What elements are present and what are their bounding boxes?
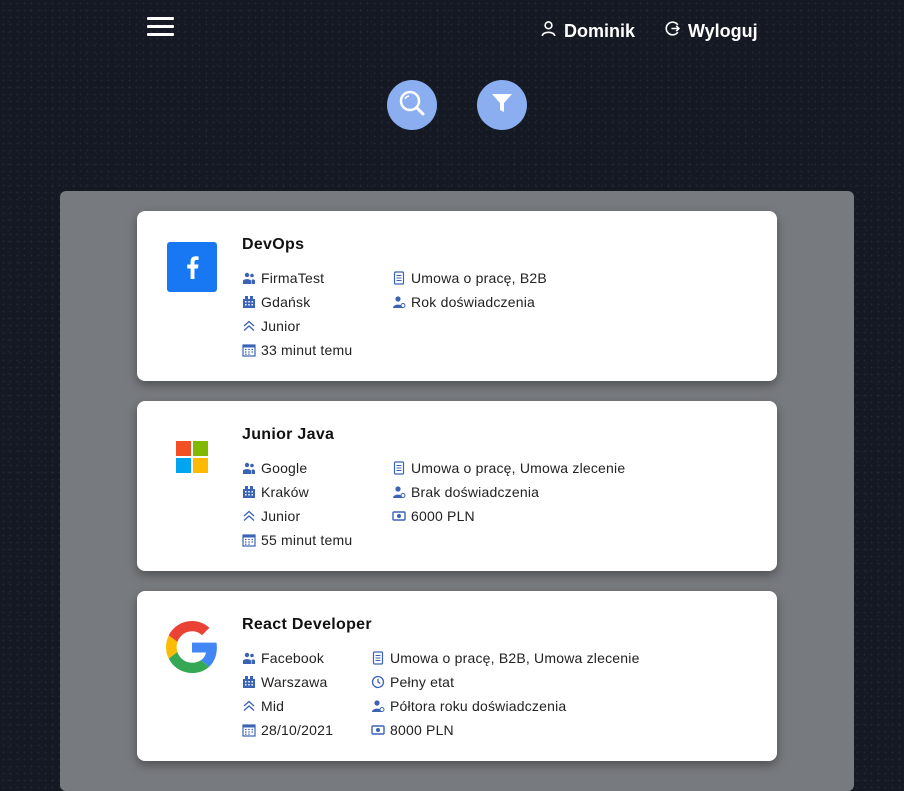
logout-icon <box>664 20 688 42</box>
company-name: Facebook <box>261 650 325 666</box>
job-offer-card[interactable]: React Developer Facebook Warszawa Mid 28… <box>137 591 777 761</box>
company-row: Facebook <box>242 646 333 670</box>
calendar-icon <box>242 533 256 547</box>
city-icon <box>242 675 256 689</box>
contract-type: Umowa o pracę, B2B <box>411 270 547 286</box>
user-experience-icon <box>392 295 406 309</box>
user-experience-icon <box>392 485 406 499</box>
job-title: DevOps <box>242 236 305 253</box>
city-row: Gdańsk <box>242 290 352 314</box>
city-icon <box>242 485 256 499</box>
document-icon <box>392 461 406 475</box>
contract-row: Umowa o pracę, B2B <box>392 266 547 290</box>
salary-row: 6000 PLN <box>392 504 625 528</box>
level-value: Mid <box>261 698 285 714</box>
user-experience-icon <box>371 699 385 713</box>
chevron-up-icon <box>242 509 256 523</box>
worktime-value: Pełny etat <box>390 674 455 690</box>
filter-icon <box>490 91 514 120</box>
filter-button[interactable] <box>477 80 527 130</box>
contract-row: Umowa o pracę, B2B, Umowa zlecenie <box>371 646 640 670</box>
clock-icon <box>371 675 385 689</box>
company-icon <box>242 461 256 475</box>
level-value: Junior <box>261 318 301 334</box>
document-icon <box>371 651 385 665</box>
city-name: Kraków <box>261 484 309 500</box>
company-row: Google <box>242 456 352 480</box>
chevron-up-icon <box>242 319 256 333</box>
worktime-row: Pełny etat <box>371 670 640 694</box>
money-icon <box>392 509 406 523</box>
contract-type: Umowa o pracę, B2B, Umowa zlecenie <box>390 650 640 666</box>
experience-value: Brak doświadczenia <box>411 484 540 500</box>
company-icon <box>242 651 256 665</box>
user-icon <box>540 20 564 42</box>
document-icon <box>392 271 406 285</box>
experience-row: Brak doświadczenia <box>392 480 625 504</box>
city-row: Kraków <box>242 480 352 504</box>
job-offer-card[interactable]: DevOps FirmaTest Gdańsk Junior 33 minut … <box>137 211 777 381</box>
chevron-up-icon <box>242 699 256 713</box>
posted-time: 33 minut temu <box>261 342 353 358</box>
level-value: Junior <box>261 508 301 524</box>
company-name: FirmaTest <box>261 270 325 286</box>
search-button[interactable] <box>387 80 437 130</box>
google-logo-icon <box>166 621 218 673</box>
money-icon <box>371 723 385 737</box>
job-title: React Developer <box>242 616 372 633</box>
contract-row: Umowa o pracę, Umowa zlecenie <box>392 456 625 480</box>
facebook-logo-icon <box>166 241 218 293</box>
date-row: 33 minut temu <box>242 338 352 362</box>
calendar-icon <box>242 343 256 357</box>
city-name: Gdańsk <box>261 294 311 310</box>
company-row: FirmaTest <box>242 266 352 290</box>
user-link[interactable]: Dominik <box>540 20 635 42</box>
experience-row: Rok doświadczenia <box>392 290 547 314</box>
experience-row: Półtora roku doświadczenia <box>371 694 640 718</box>
search-icon <box>397 88 427 123</box>
company-icon <box>242 271 256 285</box>
logout-label: Wyloguj <box>688 20 758 41</box>
job-offer-card[interactable]: Junior Java Google Kraków Junior 55 minu… <box>137 401 777 571</box>
date-row: 28/10/2021 <box>242 718 333 742</box>
user-name: Dominik <box>564 20 636 41</box>
salary-value: 8000 PLN <box>390 722 454 738</box>
company-name: Google <box>261 460 308 476</box>
date-row: 55 minut temu <box>242 528 352 552</box>
level-row: Junior <box>242 314 352 338</box>
menu-icon[interactable] <box>147 17 174 37</box>
city-row: Warszawa <box>242 670 333 694</box>
logout-link[interactable]: Wyloguj <box>664 20 758 42</box>
posted-date: 28/10/2021 <box>261 722 334 738</box>
microsoft-logo-icon <box>166 431 218 483</box>
salary-row: 8000 PLN <box>371 718 640 742</box>
calendar-icon <box>242 723 256 737</box>
job-title: Junior Java <box>242 426 335 443</box>
experience-value: Rok doświadczenia <box>411 294 536 310</box>
posted-time: 55 minut temu <box>261 532 353 548</box>
city-name: Warszawa <box>261 674 328 690</box>
contract-type: Umowa o pracę, Umowa zlecenie <box>411 460 626 476</box>
city-icon <box>242 295 256 309</box>
salary-value: 6000 PLN <box>411 508 475 524</box>
level-row: Mid <box>242 694 333 718</box>
level-row: Junior <box>242 504 352 528</box>
experience-value: Półtora roku doświadczenia <box>390 698 567 714</box>
